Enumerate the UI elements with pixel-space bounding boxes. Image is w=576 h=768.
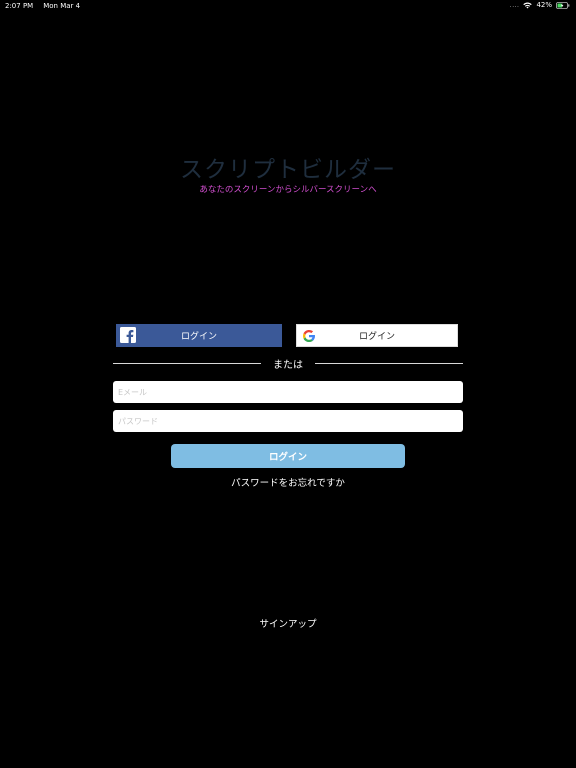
divider-line-right (315, 363, 463, 364)
google-icon (301, 328, 317, 344)
password-field[interactable] (113, 410, 463, 432)
email-field[interactable] (113, 381, 463, 403)
forgot-password-link[interactable]: パスワードをお忘れですか (0, 475, 576, 489)
battery-percent: 42% (536, 1, 552, 9)
facebook-login-button[interactable]: ログイン (116, 324, 282, 347)
google-login-label: ログイン (358, 332, 395, 342)
facebook-login-label: ログイン (180, 332, 217, 342)
status-right: .... 42% (510, 1, 570, 9)
login-screen: 2:07 PM Mon Mar 4 .... 42% スクリプトビルダー あなた… (0, 0, 576, 768)
wifi-icon (523, 2, 533, 9)
login-button[interactable]: ログイン (171, 444, 405, 468)
status-bar: 2:07 PM Mon Mar 4 .... 42% (0, 0, 576, 14)
app-subtitle: あなたのスクリーンからシルバースクリーンへ (199, 185, 377, 195)
signup-link[interactable]: サインアップ (0, 616, 576, 630)
status-date: Mon Mar 4 (43, 2, 81, 10)
or-divider: または (113, 356, 463, 371)
status-left: 2:07 PM Mon Mar 4 (5, 2, 80, 10)
app-title: スクリプトビルダー (180, 157, 396, 183)
facebook-icon (120, 327, 136, 343)
signal-indicator: .... (509, 1, 520, 9)
battery-charging-icon (556, 1, 570, 9)
status-time: 2:07 PM (5, 2, 34, 10)
google-login-button[interactable]: ログイン (296, 324, 458, 347)
